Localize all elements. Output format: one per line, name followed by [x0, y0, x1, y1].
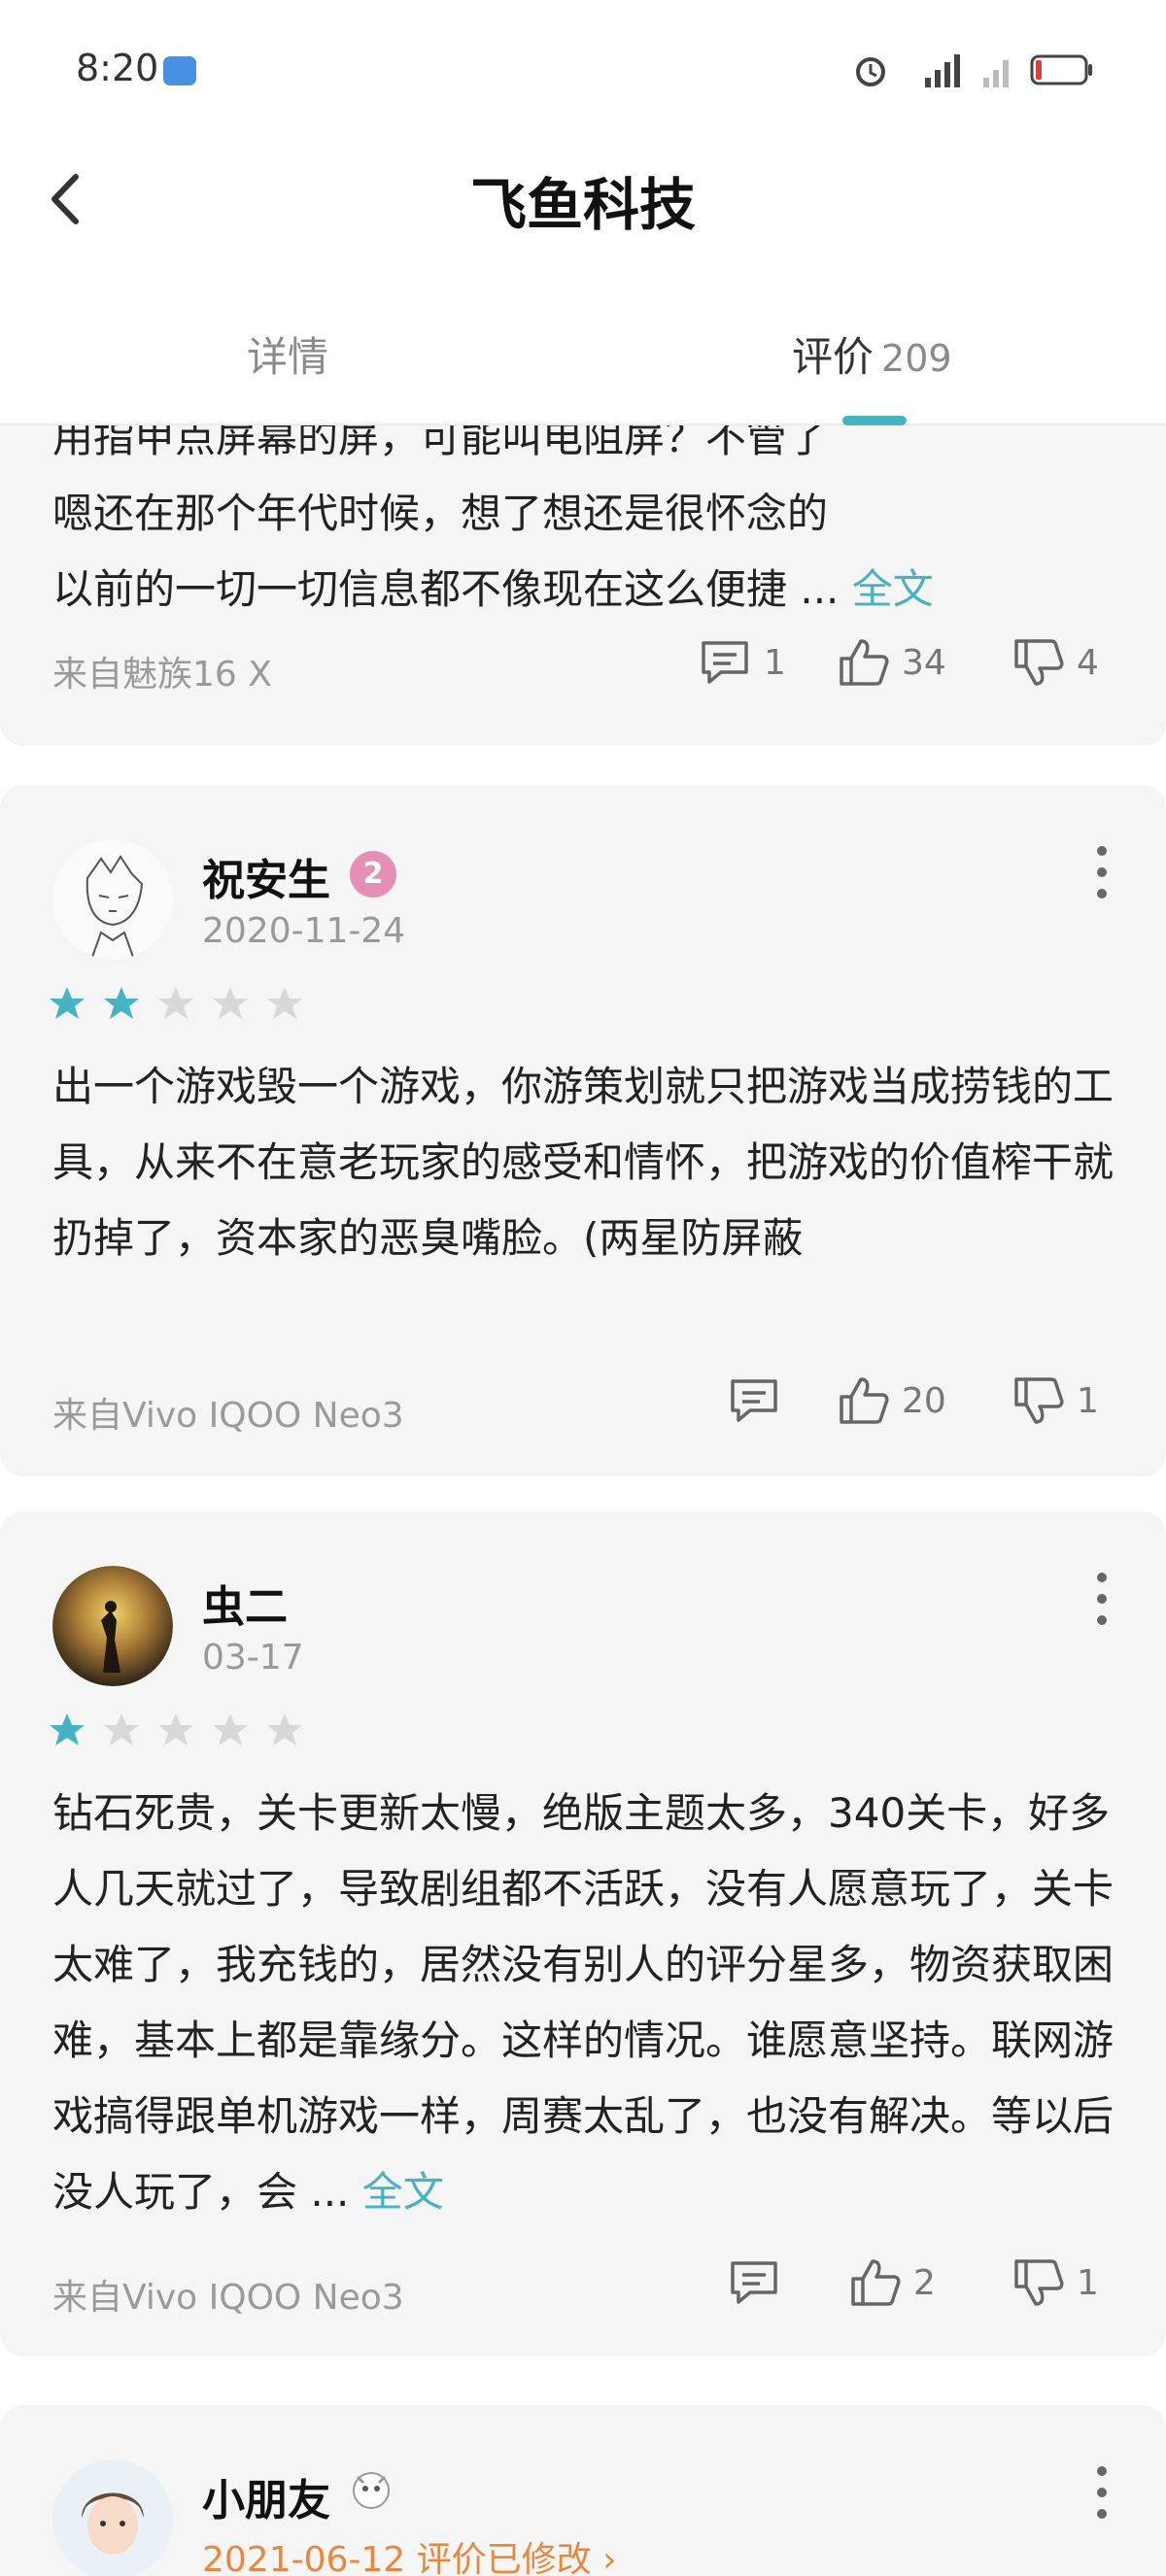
- star-icon: [50, 987, 85, 1019]
- level-badge: 2: [350, 851, 396, 898]
- comment-icon: [731, 1379, 777, 1422]
- star-icon: [158, 987, 193, 1019]
- alarm-icon: [856, 57, 885, 86]
- more-options-icon[interactable]: [1092, 839, 1112, 907]
- review-source: 来自魅族16 X: [52, 655, 272, 695]
- comment-count: 1: [764, 642, 786, 683]
- thumbs-up-icon: [851, 2259, 901, 2306]
- cloud-icon: [163, 56, 196, 85]
- star-icon: [104, 1713, 139, 1746]
- dislike-count: 1: [1077, 1380, 1099, 1421]
- comment-button[interactable]: 1: [698, 635, 786, 690]
- tab-indicator: [842, 416, 907, 425]
- status-icons: [851, 51, 1094, 89]
- like-count: 20: [902, 1380, 946, 1421]
- thumbs-up-icon: [840, 639, 889, 686]
- dislike-count: 1: [1077, 2262, 1099, 2303]
- like-button[interactable]: 20: [836, 1373, 946, 1428]
- dislike-count: 4: [1077, 642, 1099, 683]
- review-count: 209: [881, 337, 952, 380]
- dislike-button[interactable]: 1: [1011, 1373, 1099, 1428]
- review-source: 来自Vivo IQOO Neo3: [52, 2278, 404, 2318]
- review-text-body: 钻石死贵，关卡更新太慢，绝版主题太多，340关卡，好多人几天就过了，导致剧组都不…: [52, 1789, 1115, 2216]
- navigation-bar: 飞鱼科技: [0, 146, 1166, 253]
- username[interactable]: 虫二: [202, 1572, 288, 1634]
- comment-icon: [731, 2261, 777, 2304]
- review-text-line: 用指甲点屏幕的屏，可能叫电阻屏？不管了: [52, 425, 829, 461]
- more-options-icon[interactable]: [1092, 2459, 1112, 2527]
- tab-reviews-label: 评价: [792, 333, 874, 381]
- read-more-link[interactable]: 全文: [362, 2168, 444, 2216]
- review-text: 用指甲点屏幕的屏，可能叫电阻屏？不管了 嗯还在那个年代时候，想了想还是很怀念的 …: [52, 425, 1117, 627]
- more-options-icon[interactable]: [1092, 1566, 1112, 1634]
- review-date-edited[interactable]: 2021-06-12 评价已修改 ›: [202, 2531, 617, 2576]
- review-card: 虫二 03-17 钻石死贵，关卡更新太慢，绝版主题太多，340关卡，好多人几天就…: [0, 1511, 1166, 2356]
- signal-2-icon: [983, 60, 1009, 87]
- star-icon: [213, 1713, 248, 1746]
- review-date: 2020-11-24: [202, 911, 406, 951]
- star-icon: [267, 1713, 302, 1746]
- read-more-link[interactable]: 全文: [852, 565, 934, 613]
- review-card: 小朋友 2021-06-12 评价已修改 ›: [0, 2405, 1166, 2576]
- review-text-line: 嗯还在那个年代时候，想了想还是很怀念的: [52, 490, 829, 537]
- review-feed[interactable]: 用指甲点屏幕的屏，可能叫电阻屏？不管了 嗯还在那个年代时候，想了想还是很怀念的 …: [0, 425, 1166, 2576]
- review-card: 用指甲点屏幕的屏，可能叫电阻屏？不管了 嗯还在那个年代时候，想了想还是很怀念的 …: [0, 425, 1166, 746]
- tab-details-label: 详情: [247, 333, 329, 381]
- star-icon: [50, 1713, 85, 1746]
- review-text: 钻石死贵，关卡更新太慢，绝版主题太多，340关卡，好多人几天就过了，导致剧组都不…: [52, 1776, 1117, 2230]
- avatar[interactable]: [52, 1566, 173, 1686]
- star-icon: [213, 987, 248, 1019]
- avatar-image: [52, 839, 173, 960]
- like-count: 34: [902, 642, 946, 683]
- review-text: 出一个游戏毁一个游戏，你游策划就只把游戏当成捞钱的工具，从来不在意老玩家的感受和…: [52, 1063, 1115, 1262]
- comment-icon: [702, 641, 748, 684]
- comment-button[interactable]: [727, 2255, 793, 2310]
- star-rating: [49, 985, 303, 1022]
- review-date: 03-17: [202, 1638, 304, 1678]
- thumbs-down-icon: [1014, 639, 1064, 686]
- status-bar: 8:20: [0, 0, 1166, 146]
- username[interactable]: 祝安生: [202, 845, 330, 907]
- thumbs-up-icon: [840, 1377, 889, 1424]
- tab-reviews[interactable]: 评价 209: [792, 324, 952, 384]
- avatar[interactable]: [52, 839, 173, 960]
- like-count: 2: [913, 2262, 936, 2303]
- sticker-badge-icon: [353, 2472, 390, 2509]
- like-button[interactable]: 2: [847, 2255, 936, 2310]
- star-icon: [267, 987, 302, 1019]
- tab-details[interactable]: 详情: [247, 324, 328, 384]
- review-source: 来自Vivo IQOO Neo3: [52, 1396, 404, 1436]
- review-text-line: 以前的一切一切信息都不像现在这么便捷 ...: [52, 565, 840, 613]
- star-rating: [49, 1712, 303, 1748]
- tab-bar: 详情 评价 209: [0, 301, 1166, 425]
- battery-icon: [1030, 54, 1092, 85]
- comment-button[interactable]: [727, 1373, 793, 1428]
- signal-icon: [925, 54, 960, 87]
- thumbs-down-icon: [1014, 2259, 1064, 2306]
- star-icon: [158, 1713, 193, 1746]
- dislike-button[interactable]: 4: [1011, 635, 1099, 690]
- avatar-image: [52, 2459, 173, 2576]
- like-button[interactable]: 34: [836, 635, 946, 690]
- status-time: 8:20: [76, 47, 159, 89]
- thumbs-down-icon: [1014, 1377, 1064, 1424]
- star-icon: [104, 987, 139, 1019]
- review-text-line: 以前的一切一切信息都不像现在这么便捷 ... 全文: [52, 552, 1117, 627]
- username[interactable]: 小朋友: [202, 2465, 330, 2527]
- avatar[interactable]: [52, 2459, 173, 2576]
- review-card: 祝安生 2 2020-11-24 出一个游戏毁一个游戏，你游策划就只把游戏当成捞…: [0, 785, 1166, 1476]
- page-title: 飞鱼科技: [469, 172, 696, 238]
- avatar-image: [52, 1566, 173, 1686]
- dislike-button[interactable]: 1: [1011, 2255, 1099, 2310]
